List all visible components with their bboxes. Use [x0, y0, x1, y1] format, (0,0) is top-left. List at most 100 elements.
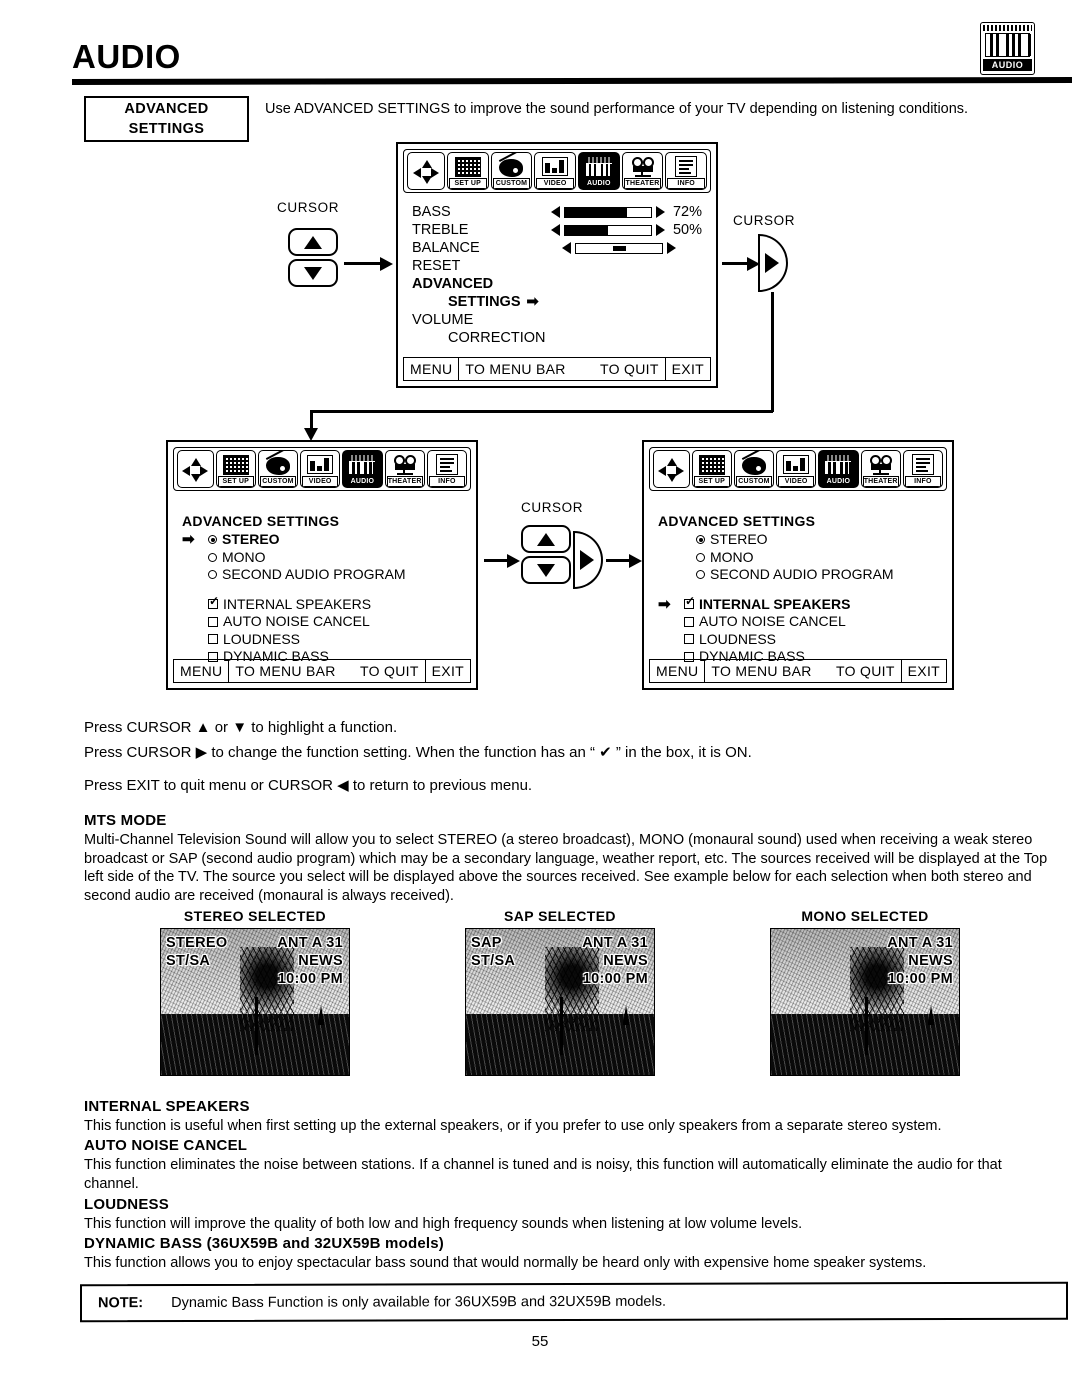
section-body-internal-speakers: This function is useful when first setti…: [84, 1118, 942, 1134]
menu-item-setup[interactable]: SET UP: [446, 152, 489, 190]
tv-example-sap: SAP ST/SA ANT A 31 NEWS 10:00 PM: [465, 928, 655, 1076]
checkbox-internal-speakers[interactable]: ➡ INTERNAL SPEAKERS: [658, 595, 938, 614]
footer-exit-button[interactable]: EXIT: [426, 660, 470, 682]
menu-bar[interactable]: SET UP CUSTOM VIDEO AUDIO THEATER INFO: [173, 447, 471, 491]
menu-row-treble[interactable]: TREBLE 50%: [412, 221, 702, 239]
menu-bar[interactable]: SET UP CUSTOM VIDEO AUDIO THEATER INFO: [649, 447, 947, 491]
cursor-up-down-buttons-middle[interactable]: [521, 525, 571, 584]
menu-item-audio[interactable]: AUDIO: [342, 450, 383, 488]
callout-line2: SETTINGS: [128, 121, 205, 137]
piano-icon: [820, 453, 857, 476]
cursor-right-button-middle[interactable]: [573, 531, 603, 589]
osd-sources-received: ST/SA: [166, 953, 211, 969]
menu-item-theater[interactable]: THEATER: [384, 450, 425, 488]
menu-row-volume-correction[interactable]: CORRECTION: [412, 329, 702, 347]
menu-item-audio[interactable]: AUDIO: [577, 152, 620, 190]
checkbox-auto-noise-cancel[interactable]: AUTO NOISE CANCEL: [658, 613, 938, 631]
radio-option-mono[interactable]: MONO: [182, 549, 462, 567]
menu-item-setup[interactable]: SET UP: [691, 450, 732, 488]
increase-arrow-icon[interactable]: [655, 224, 665, 236]
cursor-down-button[interactable]: [288, 259, 338, 287]
bass-slider[interactable]: [550, 206, 665, 218]
menu-row-reset[interactable]: RESET: [412, 257, 702, 275]
checkbox-loudness-label: LOUDNESS: [223, 630, 301, 647]
menu-item-theater[interactable]: THEATER: [621, 152, 664, 190]
footer-menu-button[interactable]: MENU: [174, 660, 230, 682]
osd-channel: ANT A 31: [887, 935, 953, 951]
menu-item-setup[interactable]: SET UP: [215, 450, 256, 488]
advanced-settings-callout-box: ADVANCED SETTINGS: [84, 96, 249, 142]
menu-item-custom[interactable]: CUSTOM: [490, 152, 533, 190]
corner-icon-label: AUDIO: [983, 59, 1032, 71]
menu-item-video[interactable]: VIDEO: [776, 450, 817, 488]
checkbox-auto-noise-cancel[interactable]: AUTO NOISE CANCEL: [182, 613, 462, 631]
menu-item-navigation[interactable]: [653, 450, 690, 488]
menu-item-navigation[interactable]: [407, 152, 445, 190]
menu-item-info[interactable]: INFO: [426, 450, 468, 488]
menu-row-volume[interactable]: VOLUME: [412, 311, 702, 329]
film-camera-icon: [624, 155, 662, 178]
menu-item-audio-label: AUDIO: [344, 476, 381, 487]
section-heading-mts-mode: MTS MODE: [84, 812, 167, 829]
advanced-settings-heading: ADVANCED SETTINGS: [658, 513, 816, 529]
radio-option-mono[interactable]: MONO: [658, 549, 938, 567]
menu-item-custom[interactable]: CUSTOM: [257, 450, 299, 488]
menu-item-custom-label: CUSTOM: [259, 476, 297, 487]
film-camera-icon: [863, 453, 899, 476]
radio-indicator: [696, 552, 705, 562]
connector-horizontal-to-panel2: [310, 410, 773, 413]
radio-option-mono-label: MONO: [710, 548, 754, 565]
footer-menu-button[interactable]: MENU: [404, 358, 460, 380]
radio-option-sap-label: SECOND AUDIO PROGRAM: [222, 566, 406, 582]
menu-item-theater-label: THEATER: [386, 476, 423, 487]
increase-arrow-icon[interactable]: [667, 242, 676, 254]
footer-menu-button[interactable]: MENU: [650, 660, 706, 682]
decrease-arrow-icon[interactable]: [550, 206, 560, 218]
section-body-loudness: This function will improve the quality o…: [84, 1216, 803, 1232]
menu-item-info[interactable]: INFO: [902, 450, 944, 488]
balance-slider[interactable]: [562, 242, 676, 254]
radio-option-second-audio-program[interactable]: SECOND AUDIO PROGRAM: [658, 566, 938, 584]
menu-item-video[interactable]: VIDEO: [534, 152, 576, 190]
volume-correction-label: CORRECTION: [448, 330, 546, 346]
video-icon: [536, 155, 574, 178]
radio-option-stereo[interactable]: STEREO: [658, 531, 938, 549]
checkbox-internal-speakers[interactable]: INTERNAL SPEAKERS: [182, 595, 462, 614]
menu-item-audio[interactable]: AUDIO: [818, 450, 859, 488]
cursor-label-top-right: CURSOR: [733, 213, 796, 228]
radio-indicator: [208, 552, 217, 562]
menu-row-advanced-settings[interactable]: SETTINGS ➡: [412, 293, 702, 311]
note-text: Dynamic Bass Function is only available …: [171, 1293, 666, 1312]
cursor-right-button-top[interactable]: [758, 234, 788, 292]
menu-row-bass[interactable]: BASS 72%: [412, 203, 702, 221]
connector-arrowhead-icon: [380, 257, 393, 271]
footer-exit-button[interactable]: EXIT: [902, 660, 946, 682]
menu-row-advanced[interactable]: ADVANCED: [412, 275, 702, 293]
decrease-arrow-icon[interactable]: [550, 224, 560, 236]
menu-bar[interactable]: SET UP CUSTOM VIDEO AUDIO THEATER INFO: [403, 149, 711, 193]
menu-row-balance[interactable]: BALANCE: [412, 239, 702, 257]
cursor-up-button[interactable]: [288, 228, 338, 256]
menu-item-theater[interactable]: THEATER: [860, 450, 901, 488]
radio-option-second-audio-program[interactable]: SECOND AUDIO PROGRAM: [182, 566, 462, 584]
treble-label: TREBLE: [412, 222, 469, 238]
section-body-dynamic-bass: This function allows you to enjoy specta…: [84, 1255, 927, 1271]
checkbox-loudness[interactable]: LOUDNESS: [182, 631, 462, 649]
radio-option-stereo[interactable]: ➡ STEREO: [182, 531, 462, 549]
cursor-down-button[interactable]: [521, 556, 571, 584]
on-screen-display: STEREO ST/SA ANT A 31 NEWS 10:00 PM: [161, 929, 349, 1075]
menu-item-custom[interactable]: CUSTOM: [733, 450, 775, 488]
cursor-up-down-buttons-top[interactable]: [288, 228, 338, 287]
section-heading-dynamic-bass: DYNAMIC BASS (36UX59B and 32UX59B models…: [84, 1235, 444, 1252]
checkbox-indicator: [208, 616, 218, 627]
cursor-up-button[interactable]: [521, 525, 571, 553]
decrease-arrow-icon[interactable]: [562, 242, 571, 254]
increase-arrow-icon[interactable]: [655, 206, 665, 218]
treble-slider[interactable]: [550, 224, 665, 236]
menu-item-navigation[interactable]: [177, 450, 214, 488]
menu-item-info[interactable]: INFO: [665, 152, 708, 190]
menu-item-video[interactable]: VIDEO: [300, 450, 341, 488]
osd-channel: ANT A 31: [582, 935, 648, 951]
checkbox-loudness[interactable]: LOUDNESS: [658, 631, 938, 649]
footer-exit-button[interactable]: EXIT: [666, 358, 710, 380]
